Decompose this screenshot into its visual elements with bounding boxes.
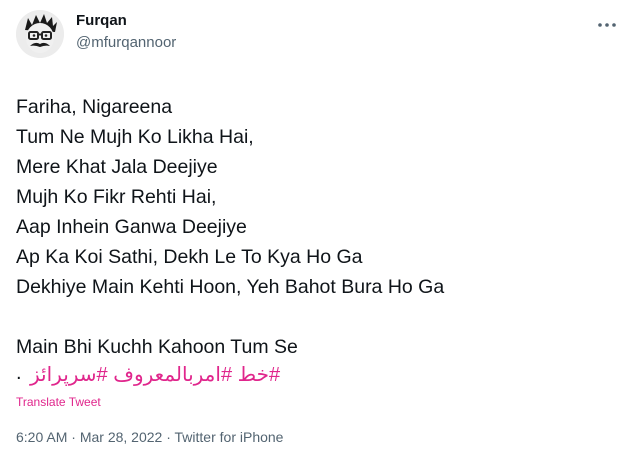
tweet-meta: 6:20 AM · Mar 28, 2022 · Twitter for iPh… <box>16 429 283 445</box>
translate-tweet-link[interactable]: Translate Tweet <box>16 395 101 409</box>
tweet-date[interactable]: Mar 28, 2022 <box>80 429 163 445</box>
hashtag-link[interactable]: #خط <box>238 364 280 386</box>
author-handle[interactable]: @mfurqannoor <box>76 34 176 51</box>
meta-separator: · <box>162 429 175 445</box>
author-name[interactable]: Furqan <box>76 12 127 29</box>
meta-separator: · <box>67 429 80 445</box>
more-horizontal-icon[interactable] <box>594 18 620 32</box>
tweet-source[interactable]: Twitter for iPhone <box>175 429 284 445</box>
hashtag-list: #خط #امربالمعروف #سرپرائز <box>30 361 280 389</box>
tweet-time[interactable]: 6:20 AM <box>16 429 67 445</box>
avatar[interactable] <box>16 10 64 58</box>
hashtag-link[interactable]: #سرپرائز <box>30 364 108 386</box>
tweet-card: Furqan @mfurqannoor Fariha, Nigareena Tu… <box>0 0 640 452</box>
tweet-text: Fariha, Nigareena Tum Ne Mujh Ko Likha H… <box>16 96 445 358</box>
hashtag-link[interactable]: #امربالمعروف <box>113 364 232 386</box>
hashtag-line: . #خط #امربالمعروف #سرپرائز <box>16 361 336 389</box>
cartoon-face-icon <box>16 10 64 58</box>
trailing-dot: . <box>16 362 22 384</box>
